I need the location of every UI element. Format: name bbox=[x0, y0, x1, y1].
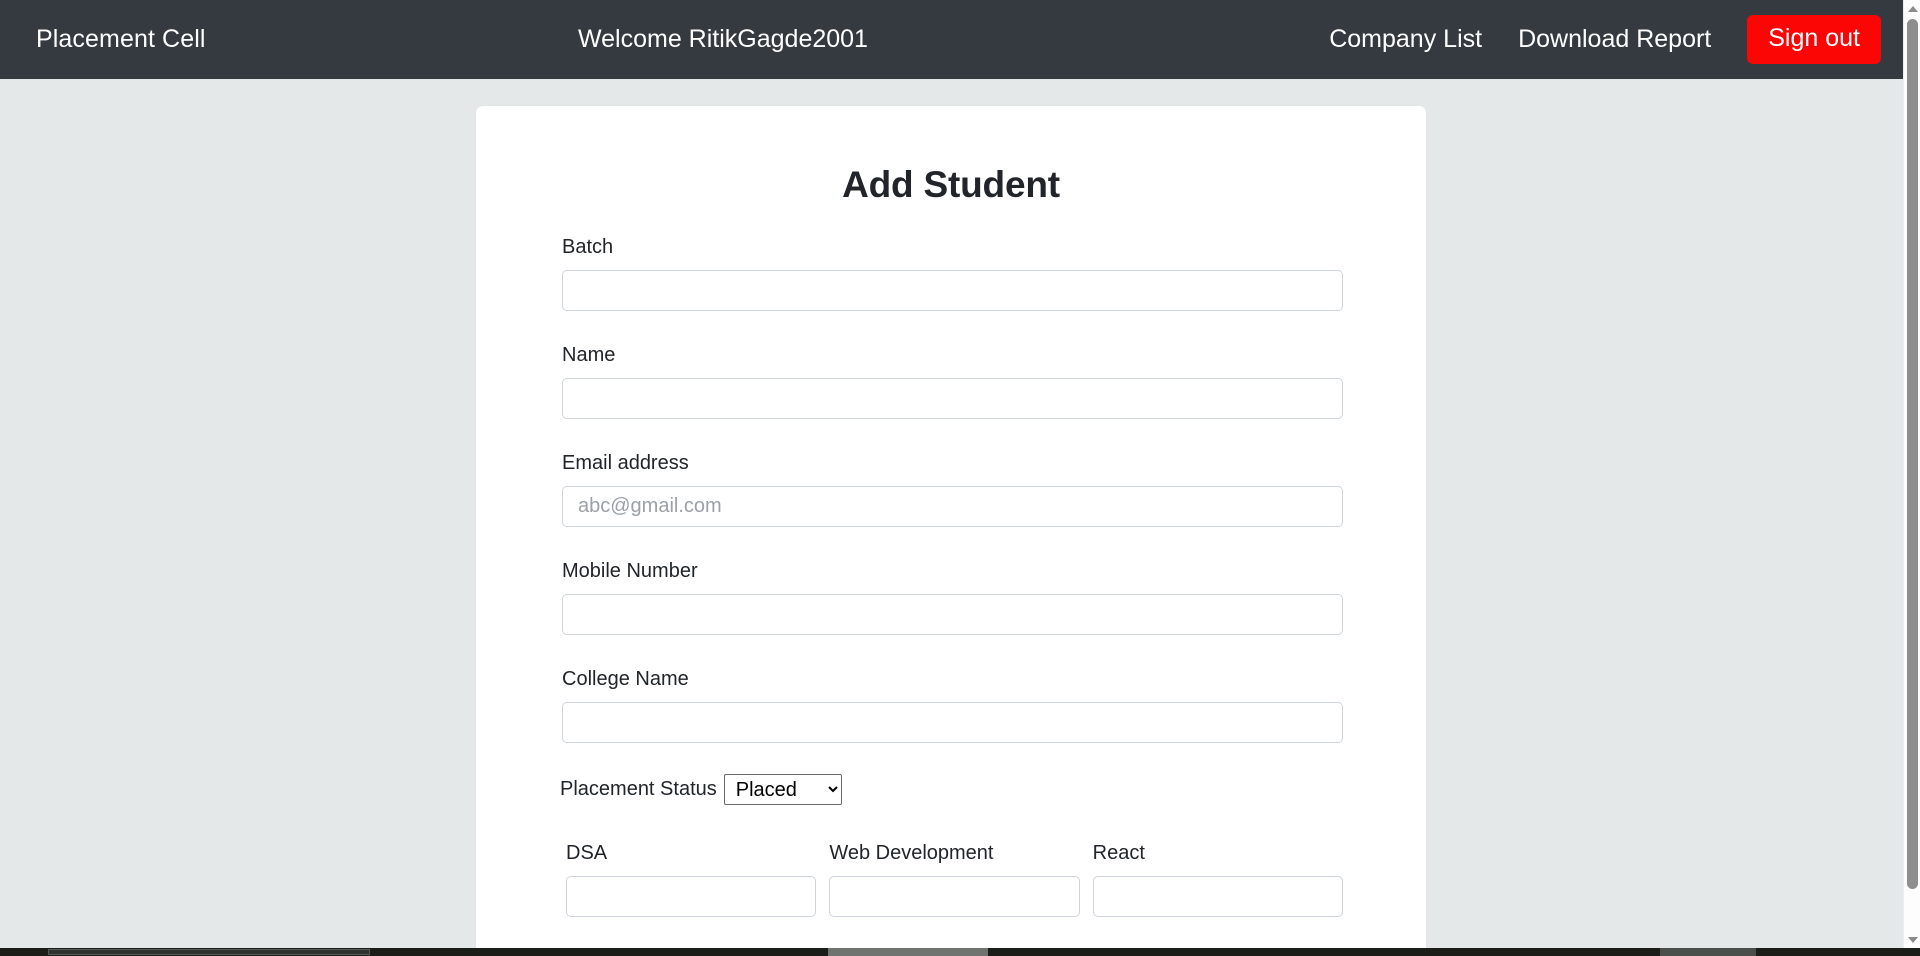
input-mobile-number[interactable] bbox=[562, 594, 1343, 635]
field-group-dsa: DSA bbox=[566, 842, 816, 917]
field-group-mobile-number: Mobile Number bbox=[562, 560, 1343, 635]
placement-status-row: Placement Status Placed Not Placed bbox=[560, 774, 1343, 805]
scroll-down-arrow-icon[interactable] bbox=[1904, 931, 1920, 948]
label-web-development: Web Development bbox=[829, 842, 1079, 865]
input-react[interactable] bbox=[1093, 876, 1343, 917]
taskbar-highlight bbox=[828, 948, 988, 956]
sign-out-button[interactable]: Sign out bbox=[1747, 15, 1881, 64]
input-dsa[interactable] bbox=[566, 876, 816, 917]
field-group-batch: Batch bbox=[562, 236, 1343, 311]
spacer bbox=[562, 635, 1343, 668]
label-react: React bbox=[1093, 842, 1343, 865]
browser-viewport: Placement Cell Welcome RitikGagde2001 Co… bbox=[0, 0, 1920, 956]
input-college-name[interactable] bbox=[562, 702, 1343, 743]
label-email-address: Email address bbox=[562, 452, 1343, 475]
nav-link-download-report[interactable]: Download Report bbox=[1500, 25, 1729, 54]
spacer bbox=[562, 419, 1343, 452]
label-batch: Batch bbox=[562, 236, 1343, 259]
label-mobile-number: Mobile Number bbox=[562, 560, 1343, 583]
app-brand[interactable]: Placement Cell bbox=[36, 25, 206, 54]
field-group-name: Name bbox=[562, 344, 1343, 419]
spacer bbox=[562, 311, 1343, 344]
field-group-web-development: Web Development bbox=[829, 842, 1079, 917]
top-navbar: Placement Cell Welcome RitikGagde2001 Co… bbox=[0, 0, 1903, 79]
scroll-up-arrow-icon[interactable] bbox=[1904, 0, 1920, 17]
horizontal-scrollbar-thumb[interactable] bbox=[48, 949, 370, 955]
page-title: Add Student bbox=[476, 106, 1426, 206]
input-email-address[interactable] bbox=[562, 486, 1343, 527]
taskbar-highlight-secondary bbox=[1660, 948, 1756, 956]
select-placement-status[interactable]: Placed Not Placed bbox=[724, 774, 842, 805]
input-name[interactable] bbox=[562, 378, 1343, 419]
nav-link-company-list[interactable]: Company List bbox=[1311, 25, 1500, 54]
input-web-development[interactable] bbox=[829, 876, 1079, 917]
vertical-scrollbar[interactable] bbox=[1903, 0, 1920, 948]
triangle-down-icon bbox=[1908, 937, 1918, 943]
spacer bbox=[562, 527, 1343, 560]
add-student-card: Add Student Batch Name Email address bbox=[476, 106, 1426, 956]
triangle-up-icon bbox=[1908, 6, 1918, 12]
skills-row: DSA Web Development React bbox=[566, 842, 1343, 917]
field-group-react: React bbox=[1093, 842, 1343, 917]
navbar-right-group: Company List Download Report Sign out bbox=[1311, 15, 1881, 64]
welcome-message: Welcome RitikGagde2001 bbox=[578, 25, 868, 54]
input-batch[interactable] bbox=[562, 270, 1343, 311]
vertical-scrollbar-thumb[interactable] bbox=[1907, 19, 1918, 889]
field-group-college-name: College Name bbox=[562, 668, 1343, 743]
bottom-taskbar-strip bbox=[0, 948, 1920, 956]
field-group-email: Email address bbox=[562, 452, 1343, 527]
label-dsa: DSA bbox=[566, 842, 816, 865]
label-college-name: College Name bbox=[562, 668, 1343, 691]
label-placement-status: Placement Status bbox=[560, 778, 717, 801]
label-name: Name bbox=[562, 344, 1343, 367]
add-student-form: Batch Name Email address Mobile Number bbox=[476, 236, 1426, 917]
